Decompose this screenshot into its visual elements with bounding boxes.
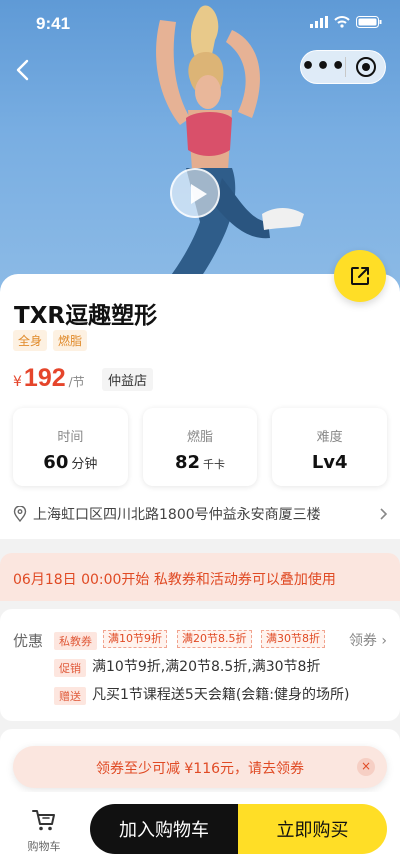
hero-image [150,5,304,300]
gift-text: 凡买1节课程送5天会籍(会籍:健身的场所) [92,687,350,703]
close-icon[interactable]: × [357,758,375,776]
tag-full-body: 全身 [13,330,48,351]
bottom-bar: 购物车 加入购物车 立即购买 [0,792,400,866]
product-tags: 全身 燃脂 [13,330,88,351]
stat-value: Lv4 [311,452,348,473]
location-icon [13,506,27,522]
toast-message: 领券至少可减 ¥116元，请去领券 [95,761,305,777]
status-time: 9:41 [36,14,71,33]
promo-text: 满10节9折,满20节8.5折,满30节8折 [92,659,321,675]
product-title: TXR逗趣塑形 [14,303,158,329]
promo-banner: 06月18日 00:00开始 私教券和活动券可以叠加使用 [0,553,400,601]
coupon-chip[interactable]: 满10节9折 [103,630,167,648]
buy-now-button[interactable]: 立即购买 [238,804,387,854]
price-unit: /节 [68,375,85,389]
get-coupon-button[interactable]: 领券 › [349,630,387,650]
promo-tag: 促销 [54,659,86,677]
stat-duration: 时间 60 分钟 [13,408,128,486]
wifi-icon [334,16,350,28]
get-coupon-label: 领券 [348,633,377,649]
stat-unit: 千卡 [203,458,226,471]
mini-program-capsule: ••• [300,50,386,84]
play-icon[interactable] [170,168,220,218]
stat-unit: 分钟 [71,457,98,472]
back-icon[interactable] [10,56,36,84]
coupon-toast[interactable]: 领券至少可减 ¥116元，请去领券 × [13,746,387,788]
cart-label: 购物车 [27,840,61,853]
stat-label: 时间 [57,430,84,445]
address-row[interactable]: 上海虹口区四川北路1800号仲益永安商厦三楼 [13,504,389,524]
close-program-button[interactable] [346,56,385,78]
coupon-section: 优惠 私教券 满10节9折 满20节8.5折 满30节8折 领券 › 促销 满1… [0,609,400,721]
stat-value: 60 [43,452,69,473]
hero-video[interactable]: 9:41 ••• [0,0,400,300]
target-icon [355,57,376,77]
stat-label: 燃脂 [187,430,214,445]
cart-icon [32,810,55,831]
tag-fat-burn: 燃脂 [53,330,88,351]
signal-icon [310,16,328,28]
price-currency: ¥ [13,374,22,390]
address-text: 上海虹口区四川北路1800号仲益永安商厦三楼 [33,507,321,523]
chevron-right-icon [380,508,388,520]
coupon-chip[interactable]: 满30节8折 [261,630,325,648]
stat-label: 难度 [316,430,343,445]
price-value: 192 [23,364,66,392]
coupon-type-tag: 私教券 [54,632,97,650]
price: ¥ 192 /节 [13,364,85,393]
store-badge: 仲益店 [102,368,154,391]
add-to-cart-button[interactable]: 加入购物车 [90,804,238,854]
coupon-label: 优惠 [13,632,44,650]
stat-difficulty: 难度 Lv4 [272,408,388,486]
stat-calories: 燃脂 82 千卡 [142,408,258,486]
coupon-chip[interactable]: 满20节8.5折 [177,630,252,648]
stats-row: 时间 60 分钟 燃脂 82 千卡 难度 Lv4 [13,408,388,486]
share-icon [351,267,369,285]
cart-button[interactable]: 购物车 [22,808,66,854]
more-icon[interactable]: ••• [301,56,345,78]
share-button[interactable] [334,250,386,302]
action-buttons: 加入购物车 立即购买 [90,804,387,854]
stat-value: 82 [174,452,201,473]
status-bar: 9:41 [0,14,400,36]
chevron-right-icon: › [381,633,387,649]
gift-tag: 赠送 [54,687,86,705]
battery-icon [356,16,382,28]
